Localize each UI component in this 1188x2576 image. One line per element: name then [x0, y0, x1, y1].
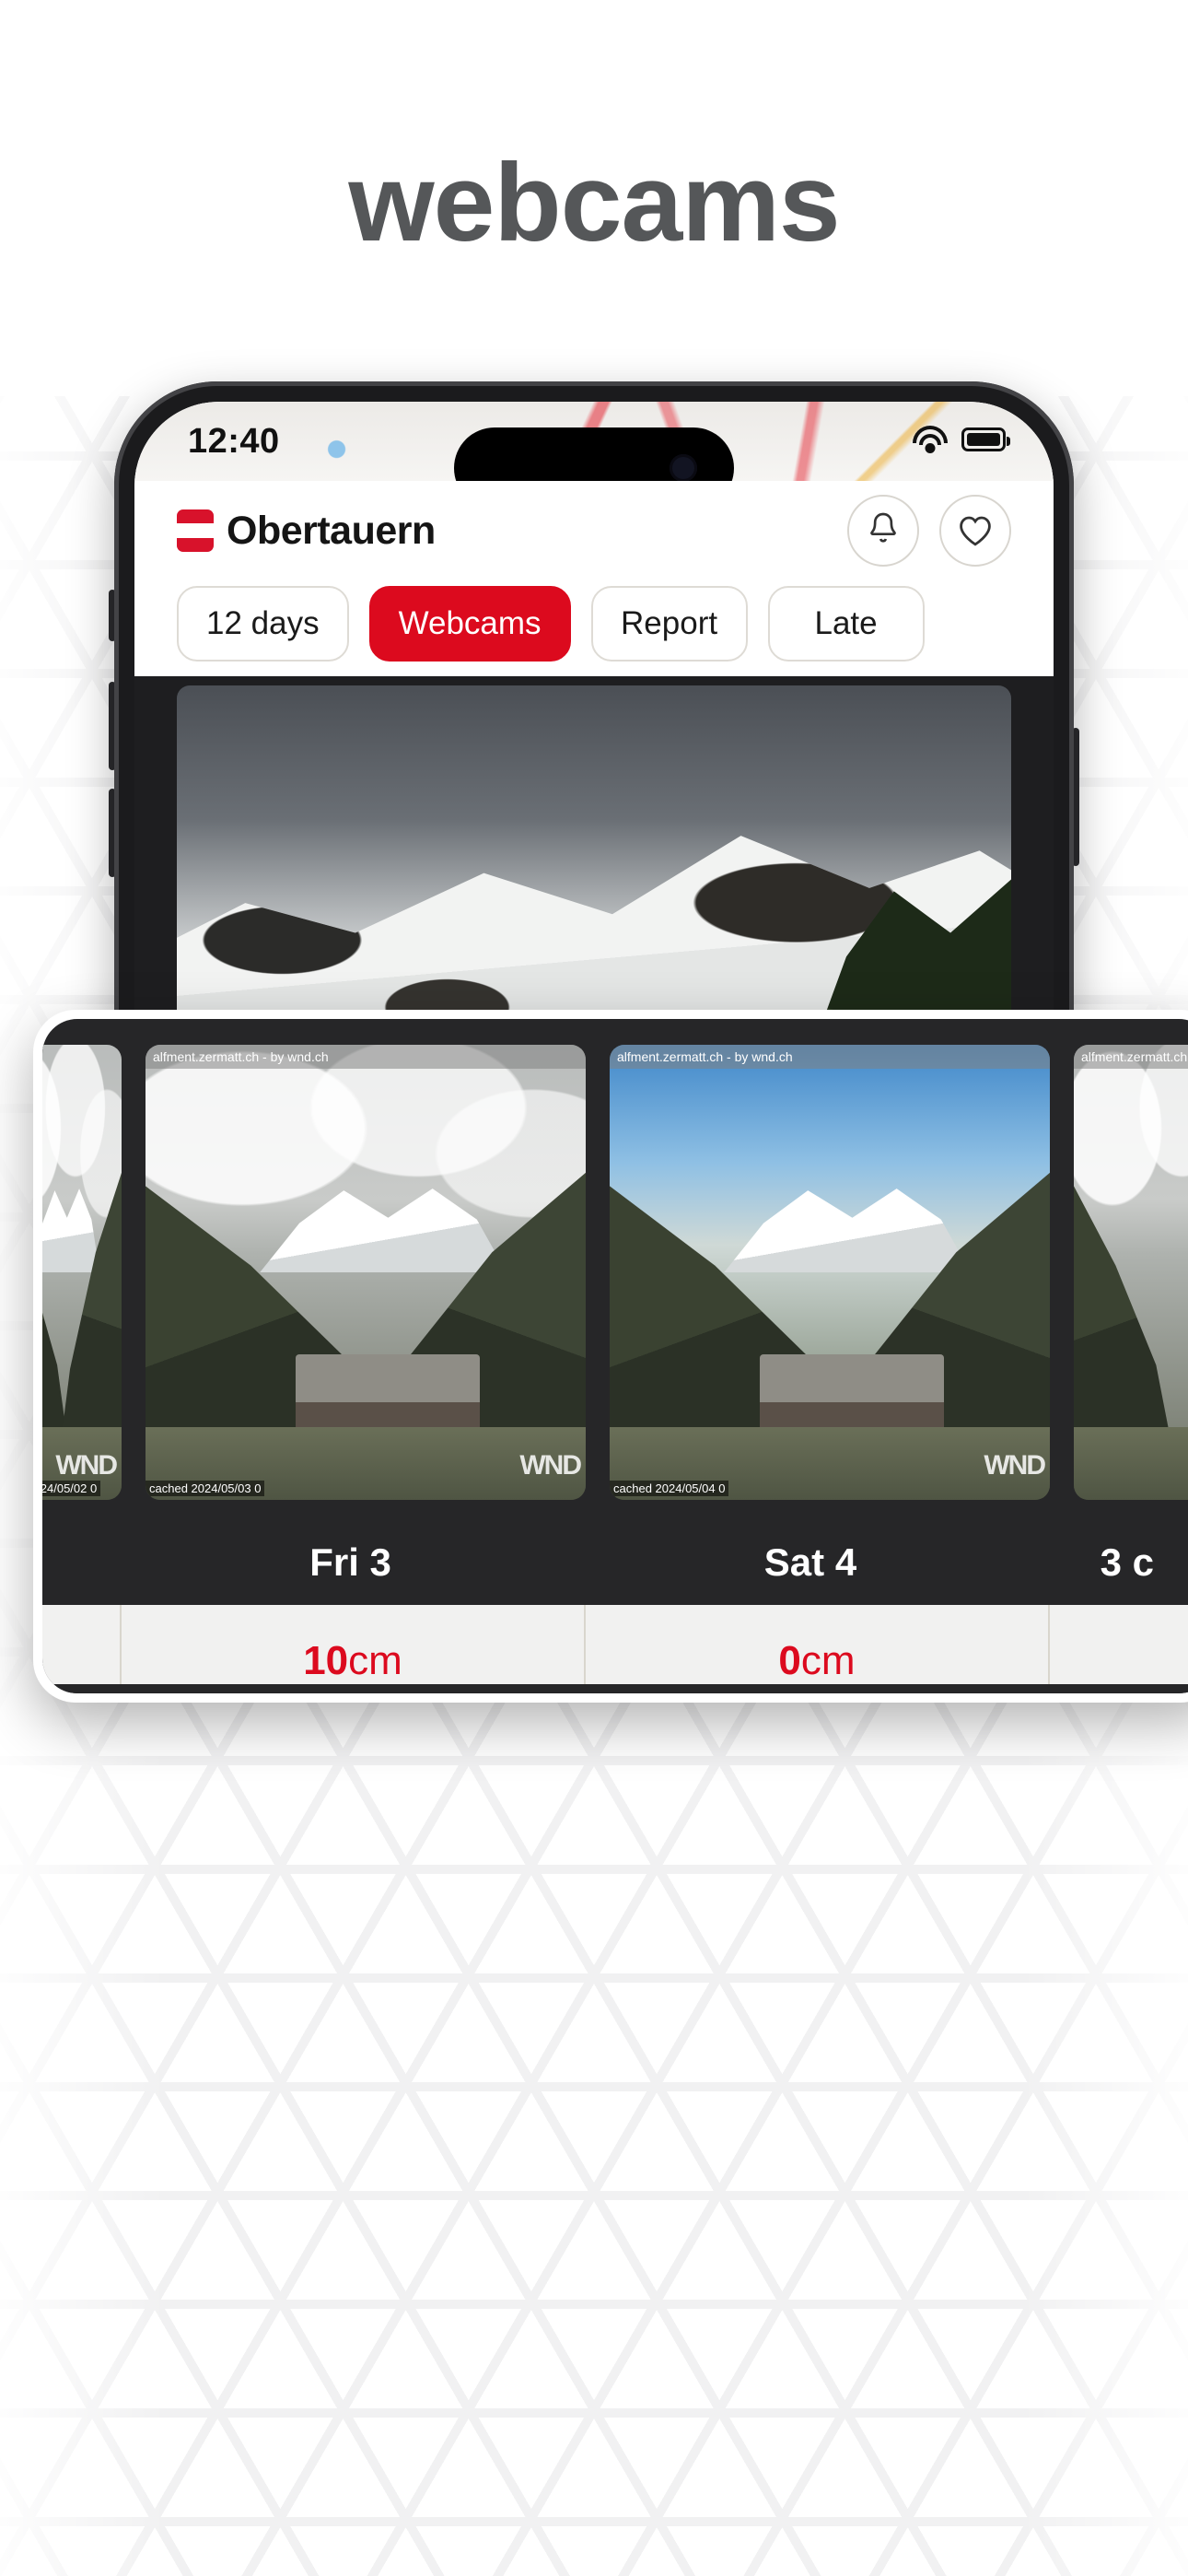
webcam-cached-timestamp: cached 2024/05/03 0 [146, 1481, 265, 1496]
snowfall-row[interactable]: 10cm 0cm [42, 1598, 1188, 1686]
front-camera-icon [670, 454, 697, 481]
resort-tab-strip[interactable]: 12 days Webcams Report Late [134, 580, 1054, 676]
header-actions [847, 495, 1011, 567]
day-label: Sat 4 [763, 1540, 857, 1584]
snowfall-value: 0cm [778, 1638, 856, 1683]
webcam-cached-timestamp: cached 2024/05/04 0 [610, 1481, 729, 1496]
heart-icon [960, 516, 991, 546]
day-label: 3 c [1100, 1540, 1155, 1584]
tab-12-days[interactable]: 12 days [177, 586, 349, 662]
snowfall-cell[interactable]: 10cm [122, 1598, 586, 1686]
webcam-source-label: alfment.zermatt.ch - by wnd.ch [146, 1045, 586, 1069]
app-header: Obertauern [134, 481, 1054, 580]
bell-button[interactable] [847, 495, 919, 567]
status-bar-time: 12:40 [188, 422, 280, 461]
wnd-watermark: WND [519, 1450, 582, 1481]
page-title-resort: Obertauern [227, 508, 436, 553]
webcam-thumbnail[interactable]: alfment.zermatt.ch [1074, 1045, 1188, 1500]
dynamic-island [454, 427, 734, 481]
bell-icon [870, 512, 896, 543]
page-title: webcams [348, 141, 840, 264]
webcam-thumbnail[interactable]: alfment.zermatt.ch - by wnd.ch WND cache… [146, 1045, 586, 1500]
webcam-timeline-inner: WND hed 2024/05/02 0 alfment.zermatt.ch … [42, 1019, 1188, 1693]
webcam-timeline-overlay[interactable]: WND hed 2024/05/02 0 alfment.zermatt.ch … [33, 1010, 1188, 1703]
snowfall-value: 10cm [303, 1638, 402, 1683]
wnd-watermark: WND [984, 1450, 1046, 1481]
wnd-watermark: WND [55, 1450, 118, 1481]
tab-report[interactable]: Report [590, 586, 748, 662]
austria-flag-icon [177, 509, 214, 552]
snowfall-cell[interactable]: 0cm [586, 1605, 1050, 1686]
snowfall-cell[interactable] [1050, 1605, 1188, 1686]
status-bar: 12:40 [134, 402, 1054, 481]
webcam-thumbnail[interactable]: alfment.zermatt.ch - by wnd.ch WND cache… [610, 1045, 1050, 1500]
snowfall-cell[interactable] [42, 1605, 122, 1686]
status-bar-indicators [912, 426, 1010, 453]
tab-webcams[interactable]: Webcams [368, 586, 571, 662]
overlay-bottom-divider [42, 1684, 1188, 1693]
favorite-button[interactable] [939, 495, 1011, 567]
tab-latest[interactable]: Late [767, 586, 925, 662]
webcam-thumbnail[interactable]: WND hed 2024/05/02 0 [42, 1045, 122, 1500]
webcam-cached-timestamp: hed 2024/05/02 0 [42, 1481, 101, 1496]
day-label: Fri 3 [309, 1540, 391, 1584]
webcam-source-label: alfment.zermatt.ch [1074, 1045, 1188, 1069]
battery-icon [961, 427, 1010, 451]
webcam-day-label-row: Fri 3 Sat 4 3 c [42, 1520, 1188, 1605]
webcam-thumbnail-row[interactable]: WND hed 2024/05/02 0 alfment.zermatt.ch … [42, 1019, 1188, 1535]
wifi-icon [912, 426, 949, 453]
webcam-source-label: alfment.zermatt.ch - by wnd.ch [610, 1045, 1050, 1069]
